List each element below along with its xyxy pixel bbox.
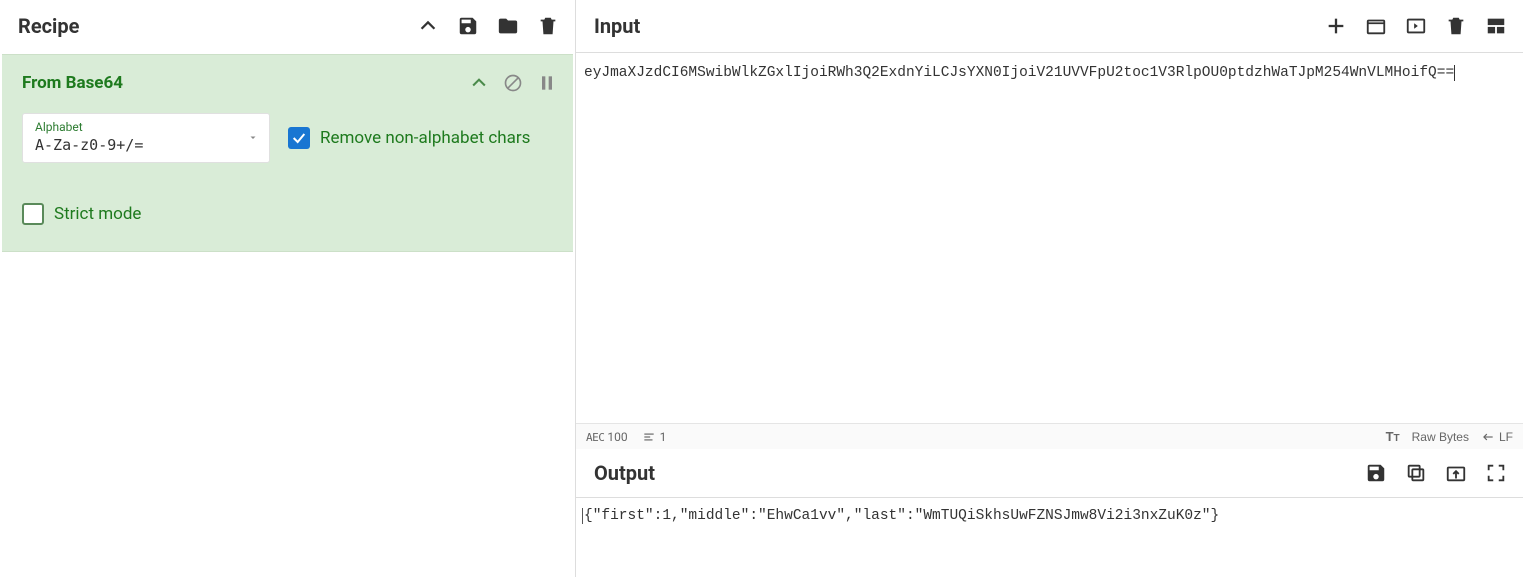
alphabet-dropdown[interactable]: Alphabet A-Za-z0-9+/= [22,113,270,163]
text-case-icon[interactable]: TT [1386,429,1400,444]
recipe-panel: Recipe From Base64 [0,0,576,577]
chevron-up-icon[interactable] [417,15,439,37]
output-textarea[interactable]: {"first":1,"middle":"EhwCa1vv","last":"W… [576,497,1523,577]
remove-non-alpha-label: Remove non-alphabet chars [320,128,530,148]
save-output-icon[interactable] [1365,462,1387,484]
checkbox-checked-icon[interactable] [288,127,310,149]
recipe-header: Recipe [0,0,575,52]
copy-output-icon[interactable] [1405,462,1427,484]
collapse-op-icon[interactable] [469,73,489,93]
operation-card: From Base64 Alphabet A-Za-z0-9+/= [2,54,573,252]
add-tab-icon[interactable] [1325,15,1347,37]
save-icon[interactable] [457,15,479,37]
remove-non-alpha-option[interactable]: Remove non-alphabet chars [288,127,530,149]
disable-op-icon[interactable] [503,73,523,93]
checkbox-unchecked-icon[interactable] [22,203,44,225]
output-text: {"first":1,"middle":"EhwCa1vv","last":"W… [582,508,1219,524]
clear-input-icon[interactable] [1445,15,1467,37]
open-folder-icon[interactable] [1365,15,1387,37]
io-panel: Input eyJmaXJzdCI6MSwibWlkZGxlIjoiRWh3Q2… [576,0,1523,577]
alphabet-label: Alphabet [35,120,259,134]
eol-indicator[interactable]: LF [1481,430,1513,444]
move-output-icon[interactable] [1445,462,1467,484]
input-title: Input [594,14,640,38]
status-bar: AEC 100 1 TT Raw Bytes LF [576,423,1523,449]
input-open-icon[interactable] [1405,15,1427,37]
layout-toggle-icon[interactable] [1485,15,1507,37]
input-text: eyJmaXJzdCI6MSwibWlkZGxlIjoiRWh3Q2ExdnYi… [584,65,1454,81]
trash-icon[interactable] [537,15,559,37]
operation-name: From Base64 [22,73,123,93]
strict-mode-option[interactable]: Strict mode [22,203,557,225]
folder-icon[interactable] [497,15,519,37]
raw-bytes-toggle[interactable]: Raw Bytes [1412,430,1469,444]
pause-op-icon[interactable] [537,73,557,93]
input-textarea[interactable]: eyJmaXJzdCI6MSwibWlkZGxlIjoiRWh3Q2ExdnYi… [576,52,1523,423]
fullscreen-icon[interactable] [1485,462,1507,484]
alphabet-value: A-Za-z0-9+/= [35,136,259,154]
strict-mode-label: Strict mode [54,204,141,224]
lines-indicator: 1 [642,430,667,444]
aec-indicator: AEC 100 [586,430,628,444]
output-title: Output [594,461,655,485]
recipe-title: Recipe [18,14,79,38]
input-header: Input [576,0,1523,52]
output-header: Output [576,449,1523,497]
